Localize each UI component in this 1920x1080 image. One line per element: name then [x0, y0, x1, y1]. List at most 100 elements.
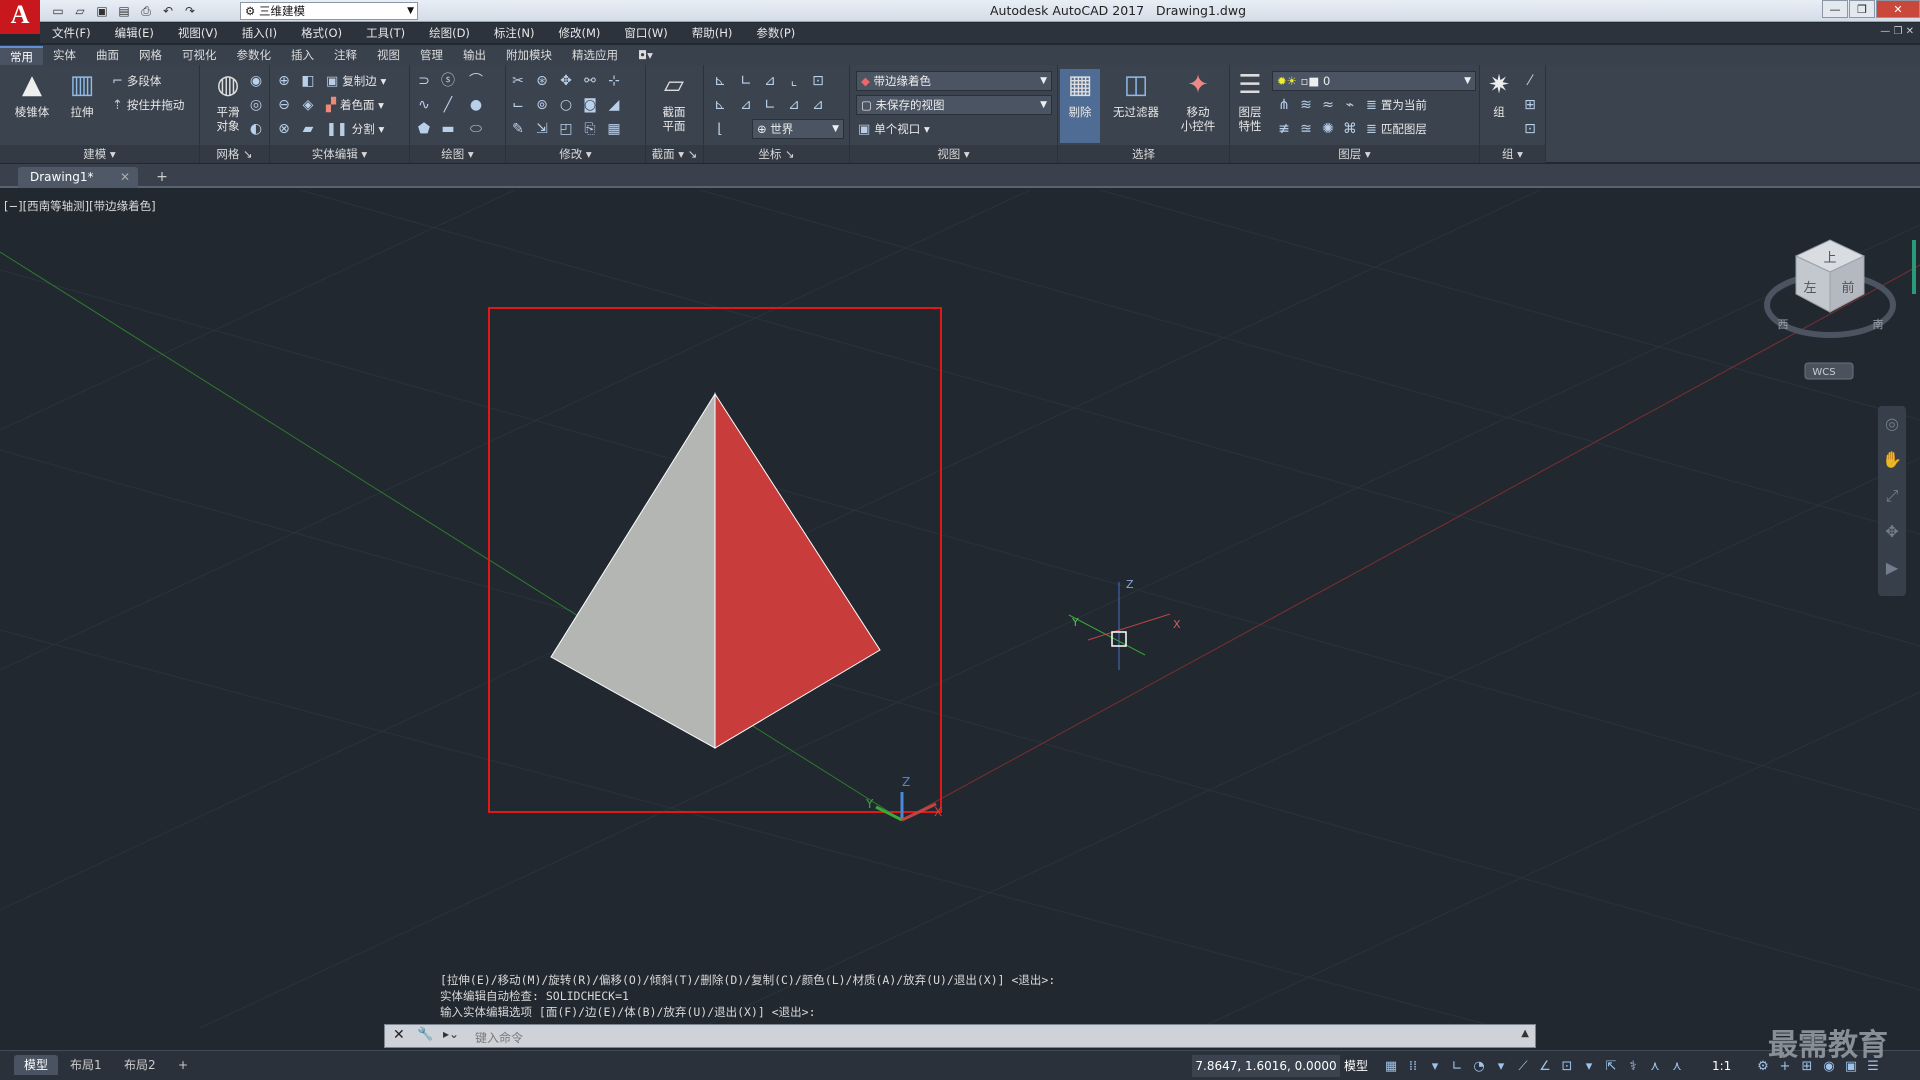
rectangle-icon[interactable]: ▬	[438, 119, 458, 139]
ortho-icon[interactable]: ∟	[1446, 1059, 1468, 1074]
line-icon[interactable]: ╱	[438, 95, 458, 115]
add-layout-button[interactable]: +	[168, 1055, 198, 1075]
helix-icon[interactable]: ⓢ	[438, 71, 458, 91]
layout-tab-layout1[interactable]: 布局1	[60, 1055, 112, 1075]
panel-title-modify[interactable]: 修改 ▾	[506, 145, 645, 163]
arc-icon[interactable]: ⌒	[466, 71, 486, 91]
document-tab[interactable]: Drawing1* ✕	[18, 167, 138, 188]
offset-icon[interactable]: ◙	[580, 95, 600, 115]
layer-isolate-icon[interactable]: ≋	[1296, 95, 1316, 115]
ucs-origin-icon[interactable]: ∟	[736, 71, 756, 91]
isodraft-icon[interactable]: ⟋	[1512, 1059, 1534, 1074]
separate-button[interactable]: ❚❚ 分割 ▾	[326, 119, 384, 139]
tab-insert[interactable]: 插入	[281, 46, 324, 65]
selection-cycling-icon[interactable]: ⚕	[1622, 1059, 1644, 1074]
smooth-object-button[interactable]: ◍ 平滑 对象	[204, 69, 252, 133]
tab-featured-apps[interactable]: 精选应用	[562, 46, 628, 65]
pyramid-button[interactable]: ▲ 棱锥体	[8, 69, 56, 119]
erase-icon[interactable]: ✎	[508, 119, 528, 139]
ribbon-toggle-icon[interactable]: ◘▾	[628, 46, 663, 65]
polar-icon[interactable]: ◔	[1468, 1059, 1490, 1074]
osnap-track-icon[interactable]: ∠	[1534, 1059, 1556, 1074]
move-icon[interactable]: ✥	[556, 71, 576, 91]
osnap-dropdown-icon[interactable]: ▾	[1578, 1059, 1600, 1074]
union-icon[interactable]: ⊕	[274, 71, 294, 91]
menu-dimension[interactable]: 标注(N)	[482, 25, 547, 41]
zoom-icon[interactable]: ⤢	[1878, 478, 1906, 514]
ucs-view-icon[interactable]: ⌞	[784, 71, 804, 91]
trim-icon[interactable]: ✂	[508, 71, 528, 91]
pan-icon[interactable]: ✋	[1878, 442, 1906, 478]
ucs-icon[interactable]: ⊾	[710, 71, 730, 91]
panel-title-section[interactable]: 截面 ▾ ↘	[646, 145, 703, 163]
slice-icon[interactable]: ◧	[298, 71, 318, 91]
group-edit-icon[interactable]: ⊞	[1520, 95, 1540, 115]
layer-unisolate-icon[interactable]: ≊	[1296, 119, 1316, 139]
panel-title-mesh[interactable]: 网格 ↘	[200, 145, 269, 163]
tab-output[interactable]: 输出	[453, 46, 496, 65]
mesh-crease-icon[interactable]: ◎	[246, 95, 266, 115]
viewport-config-button[interactable]: ▣ 单个视口 ▾	[858, 119, 930, 139]
ucs-previous-icon[interactable]: ⌊	[710, 119, 730, 139]
array-icon[interactable]: ▦	[604, 119, 624, 139]
app-logo[interactable]: A	[0, 0, 40, 34]
snap-icon[interactable]: ⁞⁞	[1402, 1059, 1424, 1074]
open-icon[interactable]: ▱	[70, 2, 90, 20]
scale-icon[interactable]: ◰	[556, 119, 576, 139]
layout-tab-model[interactable]: 模型	[14, 1055, 59, 1075]
close-icon[interactable]: ✕	[1876, 0, 1920, 18]
intersect-icon[interactable]: ⊗	[274, 119, 294, 139]
extrude-button[interactable]: ▥ 拉伸	[58, 69, 106, 119]
model-space-toggle[interactable]: 模型	[1344, 1055, 1368, 1077]
drawing-viewport[interactable]: [−][西南等轴测][带边缘着色] Z Y X Z Y X 上 左 前 西 南 …	[0, 190, 1920, 1028]
section-plane-button[interactable]: ▱ 截面 平面	[650, 69, 698, 133]
close-icon[interactable]: ✕	[120, 167, 130, 188]
saved-view-select[interactable]: ▢ 未保存的视图 ▼	[856, 95, 1052, 115]
polyline-icon[interactable]: ⊃	[414, 71, 434, 91]
polygon-icon[interactable]: ⬟	[414, 119, 434, 139]
3d-rotate-icon[interactable]: ⊛	[532, 71, 552, 91]
tab-manage[interactable]: 管理	[410, 46, 453, 65]
panel-title-groups[interactable]: 组 ▾	[1480, 145, 1545, 163]
set-current-button[interactable]: ≣ 置为当前	[1366, 95, 1427, 115]
menu-modify[interactable]: 修改(M)	[547, 25, 613, 41]
tab-visualize[interactable]: 可视化	[172, 46, 227, 65]
layer-select[interactable]: ✹☀ ▫■ 0 ▼	[1272, 71, 1476, 91]
mesh-smooth-icon[interactable]: ◐	[246, 119, 266, 139]
steering-wheel-icon[interactable]: ◎	[1878, 406, 1906, 442]
3d-array-icon[interactable]: ⊚	[532, 95, 552, 115]
layer-off-icon[interactable]: ⋔	[1274, 95, 1294, 115]
menu-tools[interactable]: 工具(T)	[354, 25, 417, 41]
viewcube[interactable]: 上 左 前 西 南 WCS	[1764, 239, 1896, 380]
menu-help[interactable]: 帮助(H)	[680, 25, 745, 41]
layer-freeze-icon[interactable]: ≈	[1318, 95, 1338, 115]
saveas-icon[interactable]: ▤	[114, 2, 134, 20]
menu-draw[interactable]: 绘图(D)	[417, 25, 482, 41]
polysolid-button[interactable]: ⌐ 多段体	[112, 71, 161, 91]
orbit-icon[interactable]: ✥	[1878, 514, 1906, 550]
annotation-visibility-icon[interactable]: ⋏	[1644, 1059, 1666, 1074]
undo-icon[interactable]: ↶	[158, 2, 178, 20]
menu-window[interactable]: 窗口(W)	[612, 25, 679, 41]
rotate-icon[interactable]: ○	[556, 95, 576, 115]
ucs-y-icon[interactable]: ⊿	[736, 95, 756, 115]
tab-annotate[interactable]: 注释	[324, 46, 367, 65]
copy-icon[interactable]: ⎘	[580, 119, 600, 139]
menu-format[interactable]: 格式(O)	[289, 25, 354, 41]
annotation-scale[interactable]: 1:1	[1712, 1055, 1731, 1077]
ucs-x-icon[interactable]: ⊿	[760, 71, 780, 91]
history-toggle-icon[interactable]: ▲	[1521, 1028, 1529, 1039]
visual-style-select[interactable]: ◆ 带边缘着色 ▼	[856, 71, 1052, 91]
pyramid-face-left[interactable]	[550, 392, 716, 749]
tab-view[interactable]: 视图	[367, 46, 410, 65]
tab-parametric[interactable]: 参数化	[227, 46, 282, 65]
new-tab-button[interactable]: +	[152, 168, 172, 186]
menu-parametric[interactable]: 参数(P)	[744, 25, 807, 41]
ucs-3point-icon[interactable]: ⊿	[784, 95, 804, 115]
grid-icon[interactable]: ▦	[1380, 1059, 1402, 1074]
group-select-icon[interactable]: ⊡	[1520, 119, 1540, 139]
subtract-icon[interactable]: ⊖	[274, 95, 294, 115]
command-input[interactable]: 键入命令	[475, 1029, 523, 1046]
layout-tab-layout2[interactable]: 布局2	[114, 1055, 166, 1075]
no-filter-button[interactable]: ◫ 无过滤器	[1108, 69, 1164, 119]
